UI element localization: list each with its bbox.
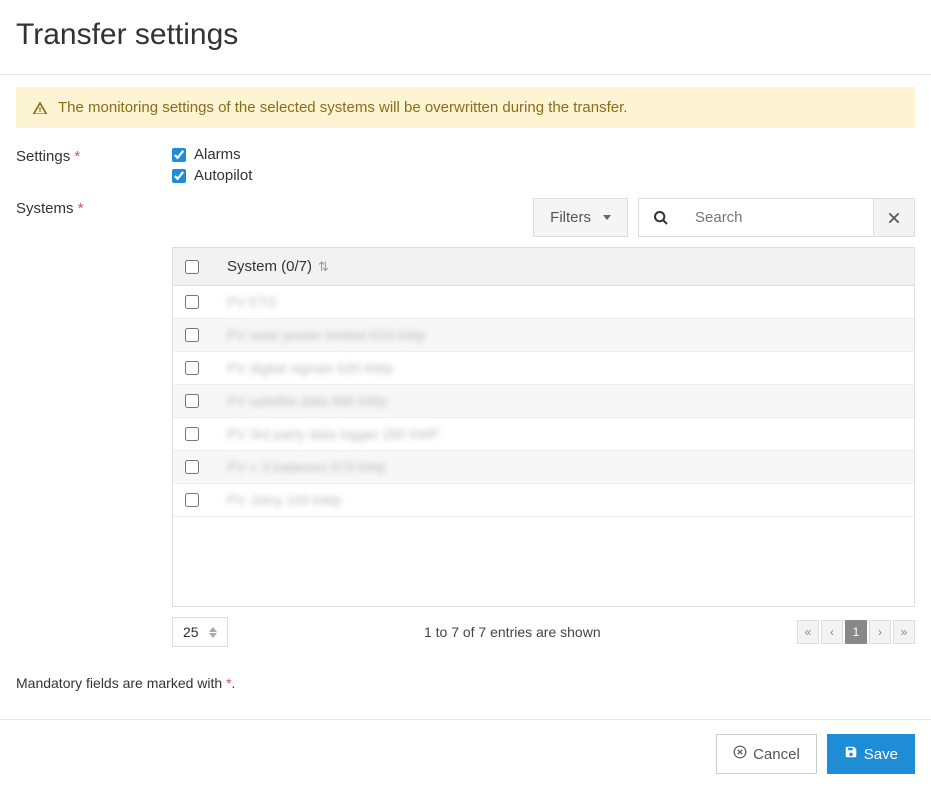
table-row[interactable]: PV digital signals 630 kWp xyxy=(173,352,914,385)
system-name: PV Jolny 100 kWp xyxy=(217,492,341,508)
page-first[interactable]: « xyxy=(797,620,819,644)
row-checkbox[interactable] xyxy=(185,295,199,309)
table-row[interactable]: PV + 3 batteries 679 kWp xyxy=(173,451,914,484)
alarms-checkbox[interactable] xyxy=(172,148,186,162)
stepper-icon xyxy=(209,627,217,638)
page-title: Transfer settings xyxy=(0,0,931,74)
row-checkbox[interactable] xyxy=(185,361,199,375)
table-row[interactable]: PV satellite data 890 kWp xyxy=(173,385,914,418)
autopilot-option[interactable]: Autopilot xyxy=(172,167,915,184)
save-icon xyxy=(844,745,858,763)
cancel-icon xyxy=(733,745,747,763)
cancel-button[interactable]: Cancel xyxy=(716,734,817,774)
system-name: PV + 3 batteries 679 kWp xyxy=(217,459,386,475)
system-name: PV digital signals 630 kWp xyxy=(217,360,393,376)
select-all-checkbox[interactable] xyxy=(185,260,199,274)
autopilot-checkbox[interactable] xyxy=(172,169,186,183)
system-name: PV ETS xyxy=(217,294,277,310)
system-name: PV solar power limited 624 kWp xyxy=(217,327,425,343)
settings-label: Settings * xyxy=(16,146,172,188)
table-row[interactable]: PV solar power limited 624 kWp xyxy=(173,319,914,352)
page-last[interactable]: » xyxy=(893,620,915,644)
required-marker: * xyxy=(78,200,84,217)
filters-button[interactable]: Filters xyxy=(533,198,628,237)
search-icon xyxy=(638,198,683,237)
table-header: System (0/7) ⇅ xyxy=(173,248,914,286)
required-marker: * xyxy=(74,148,80,165)
pagination: « ‹ 1 › » xyxy=(797,620,915,644)
sort-icon: ⇅ xyxy=(318,259,329,275)
row-checkbox[interactable] xyxy=(185,394,199,408)
row-checkbox[interactable] xyxy=(185,493,199,507)
systems-row: Systems * Filters xyxy=(16,198,915,647)
table-row[interactable]: PV 3rd party data logger 280 kWP xyxy=(173,418,914,451)
search-group xyxy=(638,198,915,237)
entries-count: 1 to 7 of 7 entries are shown xyxy=(424,624,601,640)
table-row[interactable]: PV ETS xyxy=(173,286,914,319)
system-name: PV satellite data 890 kWp xyxy=(217,393,387,409)
system-name: PV 3rd party data logger 280 kWP xyxy=(217,426,439,442)
column-header-system[interactable]: System (0/7) ⇅ xyxy=(217,258,329,275)
systems-label: Systems * xyxy=(16,198,172,647)
alarms-label: Alarms xyxy=(194,146,241,163)
caret-down-icon xyxy=(603,215,611,220)
table-row[interactable]: PV Jolny 100 kWp xyxy=(173,484,914,517)
systems-table: System (0/7) ⇅ PV ETS PV solar power lim… xyxy=(172,247,915,607)
page-current[interactable]: 1 xyxy=(845,620,867,644)
table-footer: 25 1 to 7 of 7 entries are shown « ‹ 1 ›… xyxy=(172,617,915,647)
footer-actions: Cancel Save xyxy=(0,719,931,788)
row-checkbox[interactable] xyxy=(185,427,199,441)
alarms-option[interactable]: Alarms xyxy=(172,146,915,163)
clear-search-button[interactable] xyxy=(873,198,915,237)
row-checkbox[interactable] xyxy=(185,460,199,474)
warning-text: The monitoring settings of the selected … xyxy=(58,99,627,116)
search-input[interactable] xyxy=(683,198,873,237)
save-button[interactable]: Save xyxy=(827,734,915,774)
mandatory-note: Mandatory fields are marked with *. xyxy=(16,675,915,691)
settings-row: Settings * Alarms Autopilot xyxy=(16,146,915,188)
row-checkbox[interactable] xyxy=(185,328,199,342)
warning-icon xyxy=(32,100,48,116)
warning-alert: The monitoring settings of the selected … xyxy=(16,87,915,128)
table-body: PV ETS PV solar power limited 624 kWp PV… xyxy=(173,286,914,606)
page-prev[interactable]: ‹ xyxy=(821,620,843,644)
table-toolbar: Filters xyxy=(172,198,915,237)
page-next[interactable]: › xyxy=(869,620,891,644)
page-size-select[interactable]: 25 xyxy=(172,617,228,647)
autopilot-label: Autopilot xyxy=(194,167,252,184)
